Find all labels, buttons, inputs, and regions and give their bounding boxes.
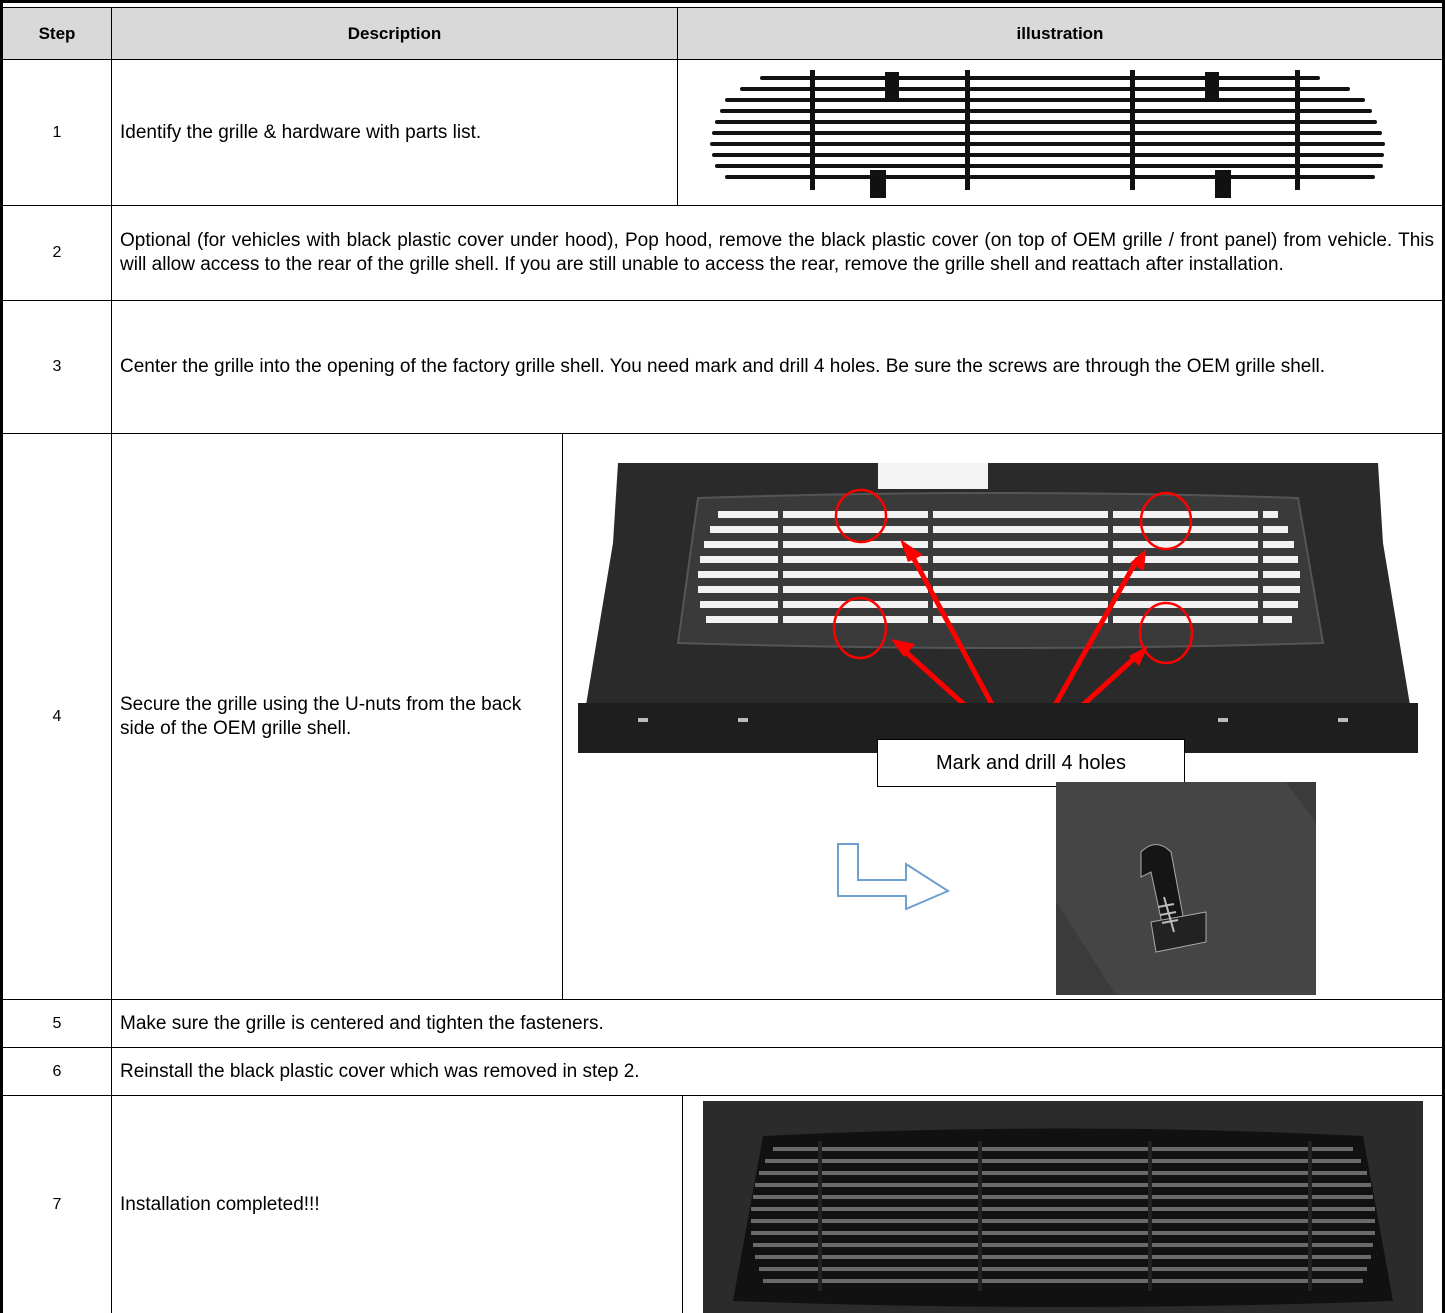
installation-table: Step Description illustration 1 2 3 4 5 …	[0, 0, 1445, 1313]
callout-mark-drill: Mark and drill 4 holes	[877, 739, 1185, 787]
divider	[0, 59, 1445, 60]
step-description: Installation completed!!!	[120, 1193, 320, 1215]
header-illustration: illustration	[678, 8, 1442, 60]
arrow-right-icon	[836, 842, 954, 912]
step-number: 4	[52, 707, 62, 725]
step-number: 7	[52, 1195, 62, 1213]
divider	[0, 1047, 1445, 1048]
step-description: Optional (for vehicles with black plasti…	[120, 230, 1434, 275]
header-description: Description	[112, 8, 677, 60]
divider	[0, 205, 1445, 206]
step-description: Reinstall the black plastic cover which …	[120, 1060, 640, 1082]
header-step: Step	[3, 8, 111, 60]
divider	[111, 7, 112, 1313]
divider	[0, 999, 1445, 1000]
divider	[677, 7, 678, 206]
grille-shell-photo	[578, 463, 1418, 763]
u-nut-photo	[1056, 782, 1316, 995]
step-description: Identify the grille & hardware with part…	[120, 121, 482, 143]
grille-parts-image	[700, 70, 1410, 205]
divider	[0, 433, 1445, 434]
step-description: Center the grille into the opening of th…	[120, 356, 1326, 377]
divider	[0, 300, 1445, 301]
divider	[682, 1095, 683, 1313]
divider	[562, 433, 563, 1000]
step-number: 3	[52, 358, 62, 375]
step-number: 6	[52, 1062, 62, 1080]
step-number: 5	[52, 1014, 62, 1032]
divider	[0, 1095, 1445, 1096]
step-description: Secure the grille using the U-nuts from …	[120, 693, 522, 739]
step-number: 2	[52, 244, 62, 261]
step-number: 1	[52, 123, 62, 141]
step-description: Make sure the grille is centered and tig…	[120, 1012, 604, 1034]
installed-grille-photo	[703, 1101, 1423, 1313]
divider	[0, 7, 1445, 8]
border-top	[0, 0, 1445, 3]
border-left	[0, 0, 3, 1313]
